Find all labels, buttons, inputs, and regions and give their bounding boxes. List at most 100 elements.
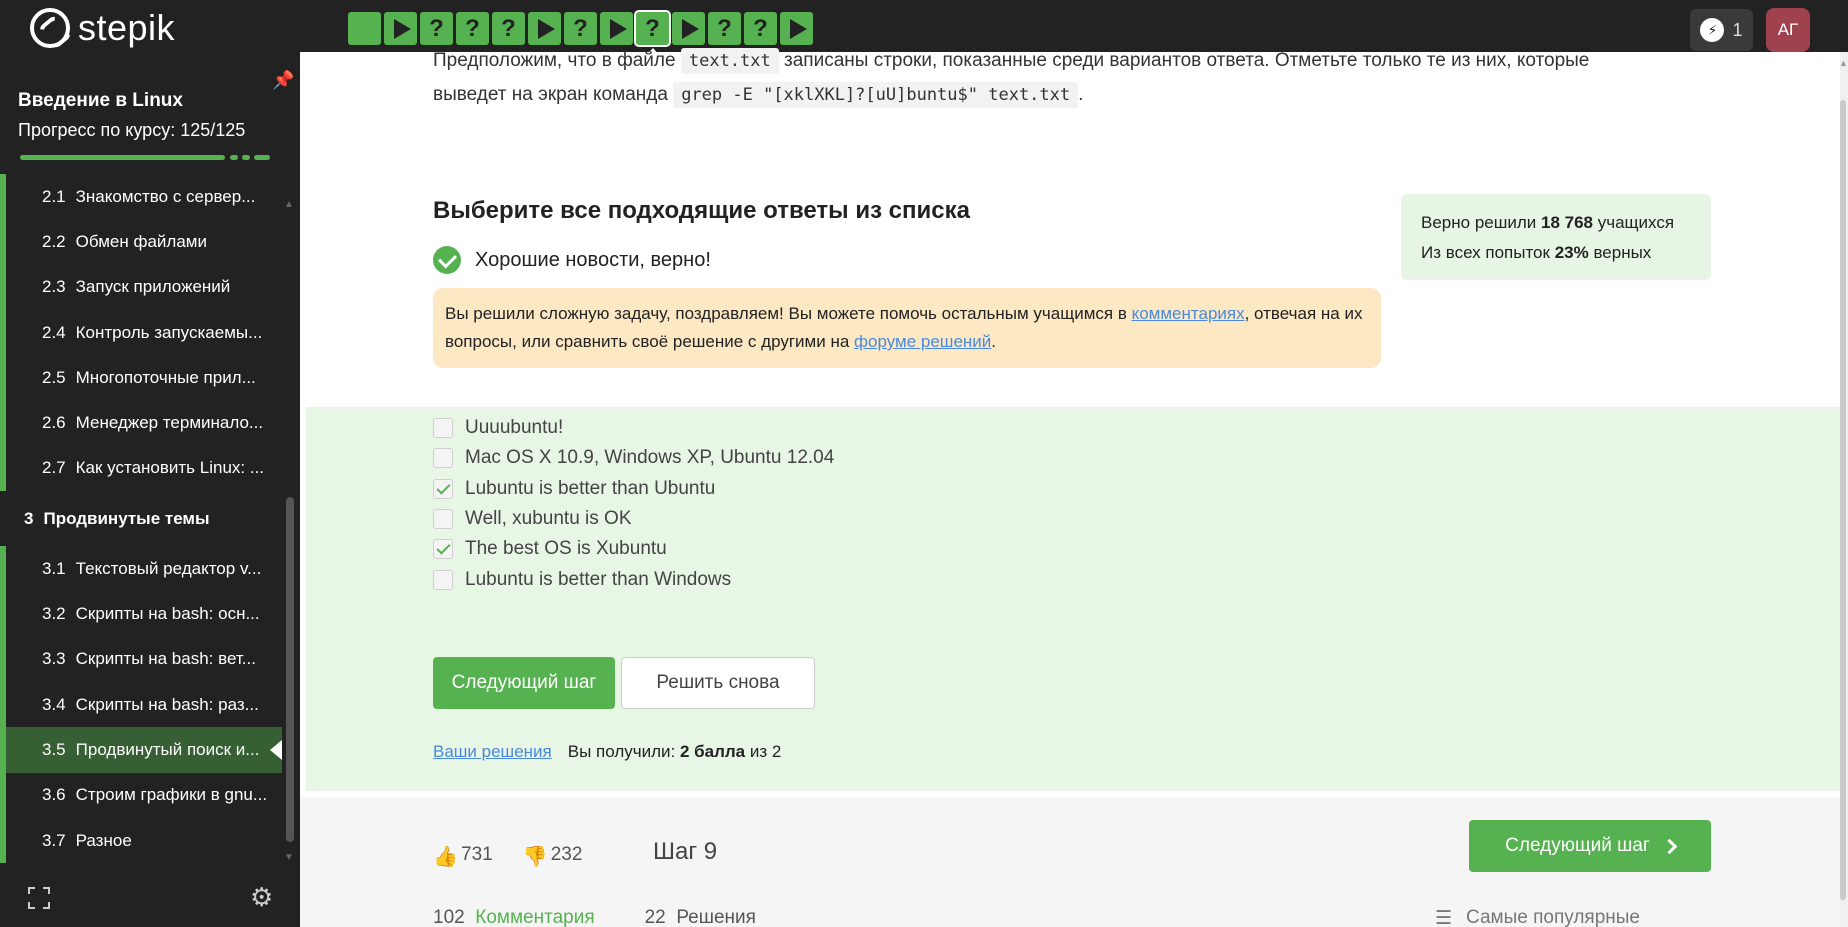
thumbs-up-icon[interactable]: 👍 — [433, 844, 458, 868]
answers-panel: Uuuubuntu! Mac OS X 10.9, Windows XP, Ubu… — [306, 407, 1842, 791]
next-step-button[interactable]: Следующий шаг — [433, 657, 615, 709]
step-footer: 👍 731 👎 232 Шаг 9 Следующий шаг 102 Комм… — [300, 797, 1848, 927]
answer-checkbox[interactable] — [433, 539, 453, 559]
tab-comments[interactable]: 102 Комментария — [433, 907, 595, 927]
sidebar-item-3-1[interactable]: 3.1 Текстовый редактор v... — [0, 546, 282, 592]
energy-count: 1 — [1732, 19, 1743, 40]
step-13-button[interactable] — [780, 12, 813, 45]
answer-option[interactable]: Uuuubuntu! — [433, 417, 563, 439]
lesson-number: 3 — [24, 508, 34, 528]
step-12-button[interactable]: ? — [744, 12, 777, 45]
sidebar-item-2-2[interactable]: 2.2 Обмен файлами — [0, 219, 282, 265]
comments-link[interactable]: комментариях — [1132, 304, 1245, 323]
step-3-button[interactable]: ? — [420, 12, 453, 45]
solutions-forum-link[interactable]: форуме решений — [854, 332, 991, 351]
sidebar-item-2-7[interactable]: 2.7 Как установить Linux: ... — [0, 445, 282, 492]
sort-dropdown[interactable]: ☰ Самые популярные — [1435, 907, 1640, 927]
progress-bar — [20, 155, 225, 160]
lesson-label: Разное — [75, 830, 132, 850]
lesson-label: Запуск приложений — [75, 277, 231, 297]
lesson-number: 2.1 — [42, 186, 66, 206]
lesson-label: Скрипты на bash: осн... — [75, 604, 260, 624]
step-2-button[interactable] — [384, 12, 417, 45]
sidebar-item-2-1[interactable]: 2.1 Знакомство с сервер... — [0, 174, 282, 220]
check-circle-icon — [433, 246, 461, 274]
lesson-label: Как установить Linux: ... — [75, 458, 265, 478]
solve-again-button[interactable]: Решить снова — [621, 657, 815, 709]
step-5-button[interactable]: ? — [492, 12, 525, 45]
lesson-label: Знакомство с сервер... — [75, 186, 256, 206]
next-step-button-footer[interactable]: Следующий шаг — [1469, 820, 1711, 872]
answer-option[interactable]: Mac OS X 10.9, Windows XP, Ubuntu 12.04 — [433, 447, 834, 469]
lesson-number: 3.7 — [42, 830, 66, 850]
step-11-button[interactable]: ? — [708, 12, 741, 45]
answer-checkbox[interactable] — [433, 509, 453, 529]
lesson-label: Менеджер терминало... — [75, 413, 264, 433]
lesson-number: 3.3 — [42, 649, 66, 669]
sidebar-item-3-7[interactable]: 3.7 Разное — [0, 817, 282, 864]
sidebar-item-2-3[interactable]: 2.3 Запуск приложений — [0, 264, 282, 310]
answer-checkbox[interactable] — [433, 448, 453, 468]
answer-checkbox[interactable] — [433, 570, 453, 590]
lesson-number: 2.3 — [42, 277, 66, 297]
success-text: Хорошие новости, верно! — [475, 248, 711, 271]
sidebar-scrollbar[interactable] — [286, 497, 294, 842]
fullscreen-icon[interactable] — [28, 887, 50, 909]
step-1-button[interactable] — [348, 12, 381, 45]
chevron-right-icon — [1661, 838, 1678, 854]
page-scroll-up-icon[interactable]: ▲ — [1839, 58, 1848, 68]
lesson-number: 3.5 — [42, 739, 66, 759]
sidebar-item-3-4[interactable]: 3.4 Скрипты на bash: раз... — [0, 681, 282, 728]
lesson-number: 2.4 — [42, 322, 66, 342]
lesson-label: Продвинутый поиск и... — [75, 739, 260, 759]
your-solutions-link[interactable]: Ваши решения — [433, 742, 552, 762]
sidebar-item-3-5[interactable]: 3.5 Продвинутый поиск и... — [0, 727, 282, 773]
answer-checkbox[interactable] — [433, 418, 453, 438]
dislikes-count: 232 — [550, 844, 583, 865]
sidebar-section-3[interactable]: 3 Продвинутые темы — [0, 491, 282, 546]
lesson-label: Строим графики в gnu... — [75, 785, 268, 805]
discussion-tabs: 102 Комментария 22 Решения — [433, 907, 756, 927]
logo[interactable]: stepik — [30, 8, 175, 48]
likes: 👍 731 👎 232 — [433, 844, 583, 868]
sidebar-item-3-3[interactable]: 3.3 Скрипты на bash: вет... — [0, 636, 282, 682]
thumbs-down-icon[interactable]: 👎 — [523, 844, 548, 868]
success-message: Хорошие новости, верно! — [433, 246, 711, 274]
step-label: Шаг 9 — [653, 838, 718, 865]
course-title[interactable]: Введение в Linux — [18, 90, 183, 112]
answer-label: The best OS is Xubuntu — [465, 538, 667, 559]
lesson-label: Продвинутые темы — [43, 508, 210, 528]
step-4-button[interactable]: ? — [456, 12, 489, 45]
answer-option[interactable]: Lubuntu is better than Windows — [433, 569, 731, 591]
gear-icon[interactable]: ⚙ — [250, 882, 273, 913]
lesson-label: Скрипты на bash: раз... — [75, 694, 259, 714]
score-text: Вы получили: 2 балла из 2 — [567, 742, 782, 761]
answer-label: Lubuntu is better than Windows — [465, 569, 732, 590]
tab-solutions[interactable]: 22 Решения — [645, 907, 756, 927]
sidebar-item-3-6[interactable]: 3.6 Строим графики в gnu... — [0, 772, 282, 818]
scroll-down-arrow-icon[interactable]: ▼ — [284, 852, 294, 863]
sidebar-item-3-2[interactable]: 3.2 Скрипты на bash: осн... — [0, 591, 282, 637]
answer-option[interactable]: Well, xubuntu is OK — [433, 508, 632, 530]
answer-checkbox[interactable] — [433, 479, 453, 499]
lesson-list: 2.1 Знакомство с сервер... 2.2 Обмен файлам… — [0, 174, 282, 864]
sidebar-bottom-bar: ⚙ — [0, 872, 300, 927]
step-7-button[interactable]: ? — [564, 12, 597, 45]
avatar[interactable]: АГ — [1766, 8, 1810, 52]
sidebar-item-2-6[interactable]: 2.6 Менеджер терминало... — [0, 400, 282, 446]
answer-option[interactable]: Lubuntu is better than Ubuntu — [433, 478, 715, 500]
stats-box: Верно решили 18 768 учащихся Из всех поп… — [1401, 194, 1711, 280]
step-9-button[interactable]: ? — [634, 10, 671, 56]
step-8-button[interactable] — [600, 12, 633, 45]
pin-icon[interactable]: 📌 — [272, 70, 294, 91]
answer-option[interactable]: The best OS is Xubuntu — [433, 538, 667, 560]
sidebar-item-2-5[interactable]: 2.5 Многопоточные прил... — [0, 355, 282, 401]
page-scroll-thumb[interactable] — [1840, 100, 1846, 900]
lesson-number: 3.6 — [42, 785, 66, 805]
lesson-label: Текстовый редактор v... — [75, 558, 262, 578]
step-6-button[interactable] — [528, 12, 561, 45]
scroll-up-arrow-icon[interactable]: ▲ — [284, 199, 294, 210]
sidebar-item-2-4[interactable]: 2.4 Контроль запускаемы... — [0, 309, 282, 356]
lesson-number: 2.2 — [42, 231, 66, 251]
step-10-button[interactable] — [672, 12, 705, 45]
